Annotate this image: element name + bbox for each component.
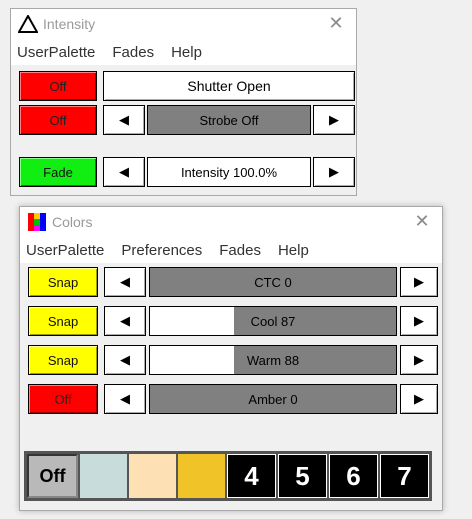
menu-help[interactable]: Help: [278, 242, 309, 259]
warm-snap-button[interactable]: Snap: [28, 345, 98, 375]
strobe-left-arrow-icon[interactable]: ◀: [103, 105, 145, 135]
intensity-window: Intensity ✕ UserPalette Fades Help Off S…: [10, 8, 357, 196]
warm-left-arrow-icon[interactable]: ◀: [104, 345, 146, 375]
amber-left-arrow-icon[interactable]: ◀: [104, 384, 146, 414]
intensity-fade-button[interactable]: Fade: [19, 157, 97, 187]
strobe-row: Off ◀ Strobe Off ▶: [17, 105, 355, 135]
cool-row: Snap ◀ Cool 87 ▶: [26, 306, 438, 336]
menu-userpalette[interactable]: UserPalette: [26, 242, 104, 259]
palette-off-swatch[interactable]: Off: [27, 454, 78, 498]
colors-window: Colors ✕ UserPalette Preferences Fades H…: [19, 206, 443, 511]
colors-titlebar[interactable]: Colors ✕: [20, 207, 442, 237]
palette-swatch-peach[interactable]: [129, 454, 176, 498]
palette-slot-7[interactable]: 7: [380, 454, 429, 498]
cool-label: Cool 87: [250, 313, 296, 329]
intensity-left-arrow-icon[interactable]: ◀: [103, 157, 145, 187]
warm-right-arrow-icon[interactable]: ▶: [400, 345, 438, 375]
strobe-label: Strobe Off: [199, 112, 259, 128]
palette-slot-5[interactable]: 5: [278, 454, 327, 498]
menu-preferences[interactable]: Preferences: [121, 242, 202, 259]
intensity-window-title: Intensity: [43, 16, 96, 32]
menu-fades[interactable]: Fades: [112, 44, 154, 61]
amber-label: Amber 0: [248, 391, 298, 407]
palette-swatch-amber[interactable]: [178, 454, 225, 498]
ctc-slider[interactable]: CTC 0: [149, 267, 397, 297]
cool-slider[interactable]: Cool 87: [149, 306, 397, 336]
intensity-titlebar[interactable]: Intensity ✕: [11, 9, 356, 39]
intensity-slider[interactable]: Intensity 100.0%: [147, 157, 311, 187]
ctc-left-arrow-icon[interactable]: ◀: [104, 267, 146, 297]
shutter-open-button[interactable]: Shutter Open: [103, 71, 355, 101]
palette-swatch-light-blue[interactable]: [80, 454, 127, 498]
menu-help[interactable]: Help: [171, 44, 202, 61]
amber-off-button[interactable]: Off: [28, 384, 98, 414]
intensity-right-arrow-icon[interactable]: ▶: [313, 157, 355, 187]
menu-fades[interactable]: Fades: [219, 242, 261, 259]
colors-menubar: UserPalette Preferences Fades Help: [20, 237, 442, 263]
close-icon[interactable]: ✕: [412, 211, 432, 232]
shutter-row: Off Shutter Open: [17, 71, 355, 101]
cool-right-arrow-icon[interactable]: ▶: [400, 306, 438, 336]
intensity-menubar: UserPalette Fades Help: [11, 39, 356, 65]
intensity-row: Fade ◀ Intensity 100.0% ▶: [17, 157, 355, 187]
warm-row: Snap ◀ Warm 88 ▶: [26, 345, 438, 375]
shutter-off-button[interactable]: Off: [19, 71, 97, 101]
palette-slot-6[interactable]: 6: [329, 454, 378, 498]
ctc-label: CTC 0: [254, 274, 292, 290]
amber-row: Off ◀ Amber 0 ▶: [26, 384, 438, 414]
close-icon[interactable]: ✕: [326, 13, 346, 34]
cool-left-arrow-icon[interactable]: ◀: [104, 306, 146, 336]
color-palette: Off 4 5 6 7: [24, 451, 432, 501]
ctc-right-arrow-icon[interactable]: ▶: [400, 267, 438, 297]
strobe-off-button[interactable]: Off: [19, 105, 97, 135]
amber-right-arrow-icon[interactable]: ▶: [400, 384, 438, 414]
colors-app-icon: [26, 211, 48, 233]
warm-label: Warm 88: [246, 352, 300, 368]
palette-slot-4[interactable]: 4: [227, 454, 276, 498]
colors-window-title: Colors: [52, 214, 93, 230]
ctc-row: Snap ◀ CTC 0 ▶: [26, 267, 438, 297]
cool-snap-button[interactable]: Snap: [28, 306, 98, 336]
ctc-snap-button[interactable]: Snap: [28, 267, 98, 297]
intensity-label: Intensity 100.0%: [180, 164, 278, 180]
strobe-right-arrow-icon[interactable]: ▶: [313, 105, 355, 135]
warm-slider[interactable]: Warm 88: [149, 345, 397, 375]
amber-slider[interactable]: Amber 0: [149, 384, 397, 414]
strobe-slider[interactable]: Strobe Off: [147, 105, 311, 135]
intensity-triangle-icon: [17, 13, 39, 35]
menu-userpalette[interactable]: UserPalette: [17, 44, 95, 61]
